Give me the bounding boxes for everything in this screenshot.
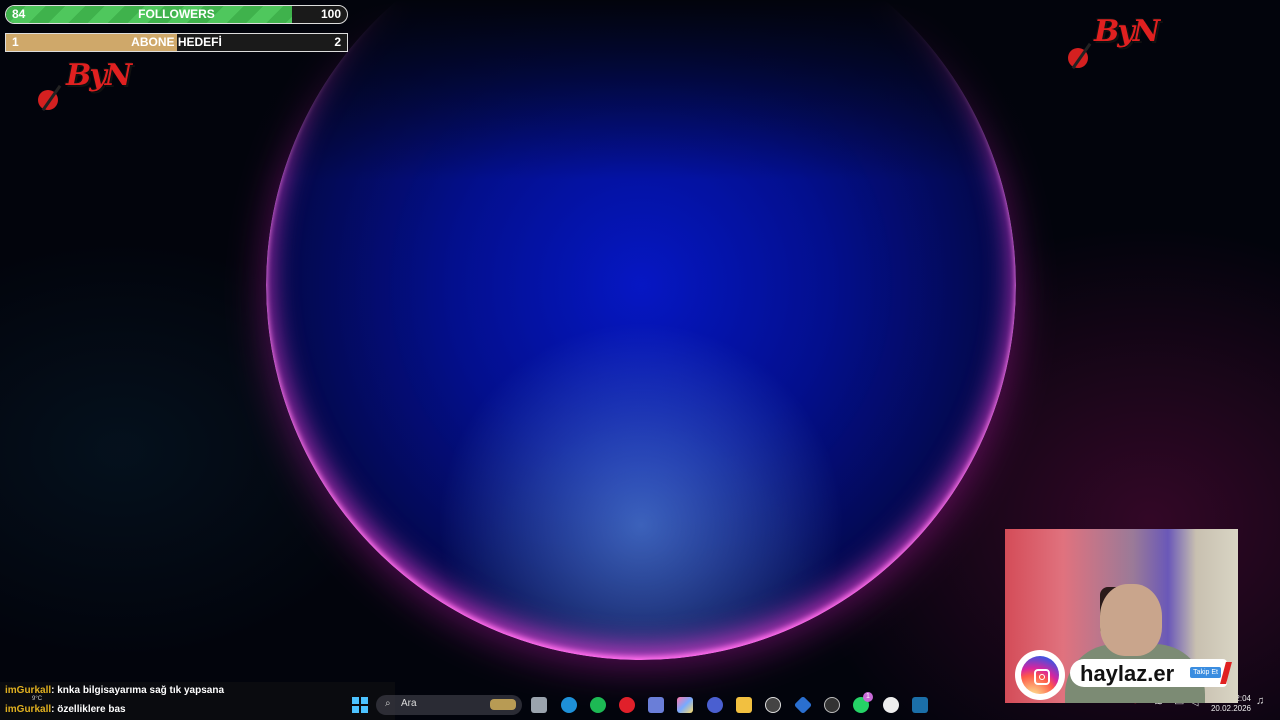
notification-bell-icon[interactable]: ♫ xyxy=(1256,695,1264,707)
subs-target: 2 xyxy=(334,35,341,49)
folder-icon[interactable] xyxy=(736,697,752,713)
search-highlight-icon xyxy=(490,699,516,710)
channel-logo-right: ByN xyxy=(1064,14,1164,74)
edge-icon[interactable] xyxy=(561,697,577,713)
obs-icon[interactable] xyxy=(765,697,781,713)
opera-icon[interactable] xyxy=(619,697,635,713)
windows-start-icon[interactable] xyxy=(352,697,368,713)
spotify-icon[interactable] xyxy=(590,697,606,713)
instagram-handle-pill: haylaz.er Takip Et xyxy=(1070,659,1232,687)
subs-label: ABONE HEDEFİ xyxy=(131,35,222,49)
instagram-overlay: haylaz.er Takip Et xyxy=(1015,650,1232,700)
isp-icon[interactable] xyxy=(707,697,723,713)
search-icon: ⌕ xyxy=(385,698,391,709)
search-placeholder: Ara xyxy=(401,698,417,709)
whatsapp-icon[interactable]: 1 xyxy=(853,692,873,713)
store-icon[interactable] xyxy=(648,697,664,713)
instagram-handle: haylaz.er xyxy=(1080,661,1175,686)
clock-date: 20.02.2026 xyxy=(1210,704,1251,713)
github-icon[interactable] xyxy=(883,697,899,713)
followers-label: FOLLOWERS xyxy=(138,7,215,21)
notification-badge: 1 xyxy=(863,692,873,702)
channel-logo-left: ByN xyxy=(36,58,136,118)
subscriber-goal-bar: 1 ABONE HEDEFİ 2 xyxy=(5,33,348,52)
copilot-icon[interactable] xyxy=(677,697,693,713)
taskbar-search[interactable]: ⌕ Ara xyxy=(376,695,522,715)
steam-icon[interactable] xyxy=(912,697,928,713)
chrome-icon[interactable] xyxy=(824,697,840,713)
follow-label: Takip Et xyxy=(1190,667,1221,678)
task-view-icon[interactable] xyxy=(531,697,547,713)
instagram-icon xyxy=(1015,650,1065,700)
followers-goal-bar: 84 FOLLOWERS 100 xyxy=(5,5,348,24)
followers-target: 100 xyxy=(320,7,341,21)
weather-widget[interactable]: 9°C xyxy=(32,696,42,702)
